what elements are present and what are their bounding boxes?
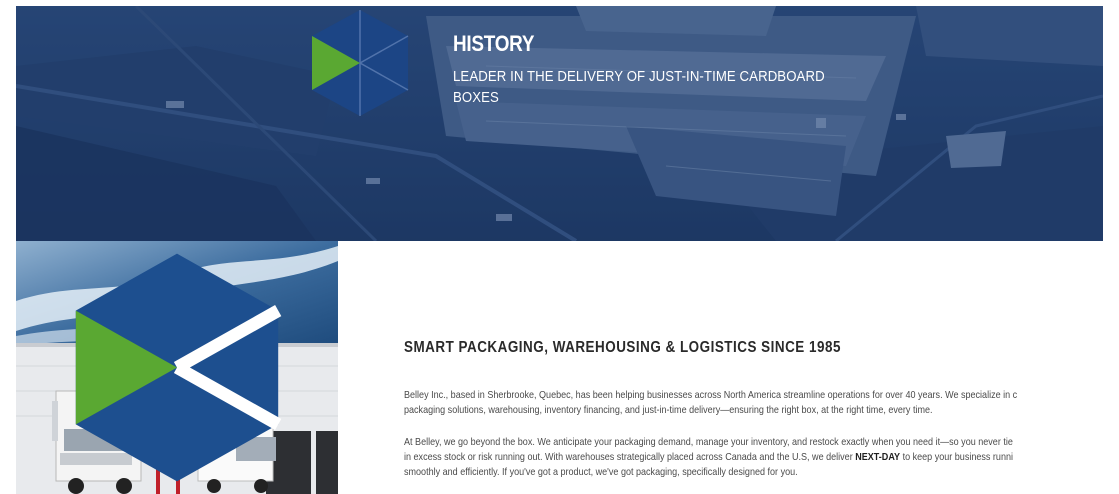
about-paragraph-1-line-1: Belley Inc., based in Sherbrooke, Quebec… — [404, 389, 1018, 401]
next-day-emphasis: NEXT-DAY — [855, 451, 901, 463]
about-section: SMART PACKAGING, WAREHOUSING & LOGISTICS… — [404, 338, 1119, 494]
about-paragraph-2-line-2-end: to keep your business runni — [900, 451, 1014, 463]
about-paragraph-1: Belley Inc., based in Sherbrooke, Quebec… — [404, 388, 1114, 418]
belley-logo-mark-icon — [75, 253, 282, 482]
about-heading: SMART PACKAGING, WAREHOUSING & LOGISTICS… — [404, 339, 841, 356]
hero-subtitle: LEADER IN THE DELIVERY OF JUST-IN-TIME C… — [453, 68, 825, 106]
brand-hexagon-logo — [312, 10, 409, 116]
about-paragraph-2-line-1: At Belley, we go beyond the box. We anti… — [404, 436, 1013, 448]
warehouse-photo: belley BEYOND THE BOX — [16, 241, 338, 494]
hero-text-block: HISTORY LEADER IN THE DELIVERY OF JUST-I… — [453, 30, 893, 108]
about-paragraph-1-line-2: packaging solutions, warehousing, invent… — [404, 404, 933, 416]
about-paragraph-2-line-2-start: in excess stock or risk running out. Wit… — [404, 451, 856, 463]
about-paragraph-2-line-3: smoothly and efficiently. If you've got … — [404, 466, 798, 478]
about-paragraph-2: At Belley, we go beyond the box. We anti… — [404, 435, 1114, 480]
hero-title: HISTORY — [453, 31, 535, 56]
hero-banner: HISTORY LEADER IN THE DELIVERY OF JUST-I… — [16, 6, 1103, 241]
about-paragraph-2-line-2: in excess stock or risk running out. Wit… — [404, 450, 1114, 465]
